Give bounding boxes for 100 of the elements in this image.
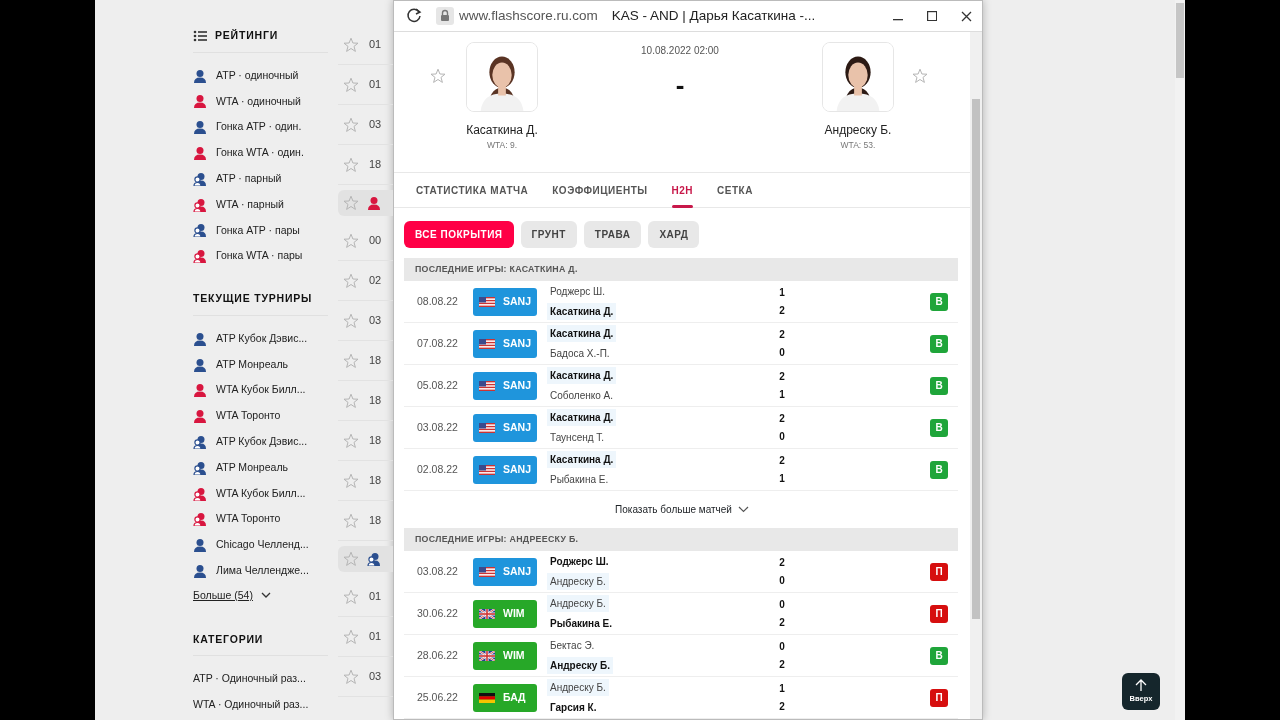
star-icon[interactable]	[343, 272, 359, 289]
match-time: 18	[369, 433, 382, 449]
sidebar-link[interactable]: WTA Торонто	[216, 511, 281, 528]
star-icon[interactable]	[343, 36, 359, 53]
player-name[interactable]: Касаткина Д.	[547, 367, 617, 384]
flag-icon	[479, 296, 495, 307]
close-icon[interactable]	[961, 10, 972, 22]
avatar	[822, 42, 894, 112]
favorite-star-icon[interactable]	[912, 68, 930, 86]
sidebar-link[interactable]: WTA · парный	[216, 196, 284, 213]
filter-chip[interactable]: ВСЕ ПОКРЫТИЯ	[404, 221, 514, 248]
star-icon[interactable]	[343, 512, 359, 529]
tab[interactable]: СТАТИСТИКА МАТЧА	[404, 173, 541, 208]
player-name[interactable]: Андреску Б.	[547, 657, 614, 674]
sidebar-link[interactable]: ATP Кубок Дэвис...	[216, 434, 308, 450]
reload-icon[interactable]	[406, 8, 422, 24]
match-date: 28.06.22	[416, 647, 459, 663]
more-link[interactable]: Больше (54)	[193, 587, 253, 604]
chevron-down-icon[interactable]	[737, 506, 749, 513]
player-name[interactable]: Андреску Б.	[547, 595, 609, 612]
player-name[interactable]: Касаткина Д.	[547, 303, 617, 320]
sidebar-link[interactable]: ATP · одиночный	[216, 67, 299, 84]
star-icon[interactable]	[343, 312, 359, 329]
player-name[interactable]: Роджерс Ш.	[547, 553, 612, 570]
flag-icon	[479, 650, 495, 661]
sidebar-link[interactable]: ATP · Одиночный раз...	[193, 671, 306, 688]
score: 0	[779, 347, 785, 358]
star-icon[interactable]	[343, 232, 359, 249]
player-name[interactable]: Рыбакина Е.	[547, 471, 612, 488]
sidebar-link[interactable]: WTA · Одиночный раз...	[193, 697, 309, 713]
favorite-star-icon[interactable]	[430, 68, 448, 86]
section-header: ПОСЛЕДНИЕ ИГРЫ: АНДРЕЕСКУ Б.	[404, 528, 958, 551]
tab[interactable]: H2H	[659, 173, 706, 208]
sidebar-link[interactable]: Гонка WTA · один.	[216, 145, 304, 161]
player-name[interactable]: Таунсенд Т.	[547, 429, 608, 446]
scrollbar-thumb[interactable]	[1176, 3, 1184, 78]
flag-icon	[479, 464, 495, 475]
scrollbar-thumb[interactable]	[972, 99, 980, 619]
star-icon[interactable]	[343, 116, 359, 133]
star-icon[interactable]	[343, 472, 359, 489]
sidebar-link[interactable]: Гонка ATP · один.	[216, 119, 302, 136]
player-name[interactable]: Касаткина Д.	[547, 325, 617, 342]
match-date: 03.08.22	[416, 419, 459, 435]
star-icon[interactable]	[343, 76, 359, 93]
match-time: 18	[369, 513, 382, 529]
player-name[interactable]: Роджерс Ш.	[547, 283, 608, 300]
chevron-down-icon[interactable]	[260, 592, 271, 600]
player-name[interactable]: Андреску Б.	[824, 121, 892, 139]
match-date: 02.08.22	[416, 461, 459, 477]
show-more-link[interactable]: Показать больше матчей	[615, 502, 732, 517]
match-date: 10.08.2022 02:00	[641, 44, 719, 58]
sidebar-link[interactable]: Лима Челлендже...	[216, 563, 309, 579]
sidebar-link[interactable]: WTA Торонто	[216, 408, 281, 425]
star-icon[interactable]	[343, 392, 359, 409]
player-name[interactable]: Касаткина Д.	[466, 121, 538, 139]
result-badge: В	[930, 646, 948, 665]
star-icon[interactable]	[343, 156, 359, 173]
filter-chip[interactable]: ХАРД	[648, 221, 700, 248]
player-name[interactable]: Касаткина Д.	[547, 409, 617, 426]
star-icon[interactable]	[343, 588, 359, 605]
flag-icon	[479, 422, 495, 433]
match-time: 01	[369, 629, 382, 645]
tab[interactable]: КОЭФФИЦИЕНТЫ	[540, 173, 660, 208]
sidebar-link[interactable]: Гонка WTA · пары	[216, 248, 303, 265]
score: 0	[779, 431, 785, 442]
match-time: 01	[369, 77, 382, 93]
player-name[interactable]: Андреску Б.	[547, 573, 609, 590]
player-name[interactable]: Бектас Э.	[547, 637, 598, 654]
avatar	[466, 42, 538, 112]
lock-icon	[436, 7, 454, 25]
player-name[interactable]: Гарсия К.	[547, 699, 600, 716]
sidebar-link[interactable]: ATP Кубок Дэвис...	[216, 330, 308, 347]
star-icon[interactable]	[343, 195, 359, 211]
player-name[interactable]: Касаткина Д.	[547, 451, 617, 468]
sidebar-link[interactable]: ATP Монреаль	[216, 459, 288, 476]
star-icon[interactable]	[343, 628, 359, 645]
sidebar-link[interactable]: Chicago Челленд...	[216, 537, 309, 553]
maximize-icon[interactable]	[927, 11, 937, 21]
star-icon[interactable]	[343, 668, 359, 685]
star-icon[interactable]	[343, 432, 359, 449]
filter-chip[interactable]: ТРАВА	[583, 221, 642, 248]
sidebar-link[interactable]: ATP Монреаль	[216, 356, 288, 373]
score: 1	[779, 473, 785, 484]
sidebar-link[interactable]: WTA Кубок Билл...	[216, 485, 306, 502]
sidebar-link[interactable]: WTA · одиночный	[216, 93, 301, 110]
sidebar-link[interactable]: WTA Кубок Билл...	[216, 382, 306, 399]
player-name[interactable]: Соболенко А.	[547, 387, 617, 404]
match-time: 01	[369, 589, 382, 605]
tab[interactable]: СЕТКА	[705, 173, 765, 208]
sidebar-link[interactable]: Гонка ATP · пары	[216, 222, 300, 239]
player-name[interactable]: Бадоса Х.-П.	[547, 345, 613, 362]
player-name[interactable]: Рыбакина Е.	[547, 615, 615, 632]
match-date: 03.08.22	[416, 563, 459, 579]
score: 0	[779, 599, 785, 610]
filter-chip[interactable]: ГРУНТ	[520, 221, 577, 248]
player-name[interactable]: Андреску Б.	[547, 679, 609, 696]
star-icon[interactable]	[343, 551, 359, 567]
star-icon[interactable]	[343, 352, 359, 369]
sidebar-link[interactable]: ATP · парный	[216, 170, 282, 187]
match-score: -	[675, 72, 685, 98]
